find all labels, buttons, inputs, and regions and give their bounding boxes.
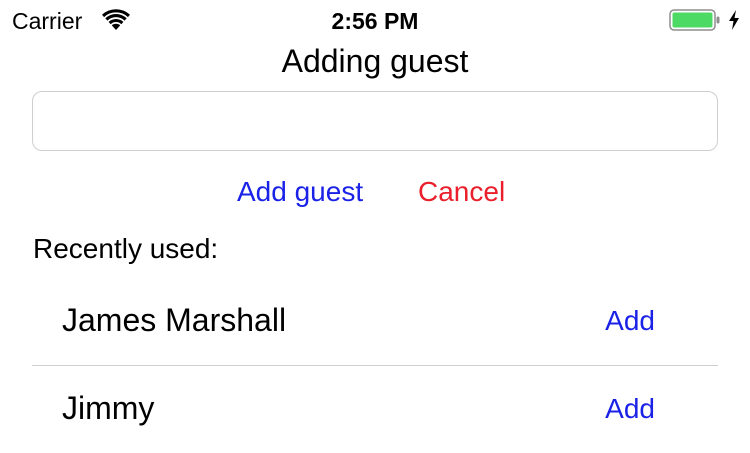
status-bar: Carrier 2:56 PM: [0, 0, 750, 40]
add-guest-button[interactable]: Add guest: [237, 174, 363, 210]
page-title: Adding guest: [281, 43, 469, 79]
add-recent-guest-button[interactable]: Add: [605, 392, 655, 426]
charging-bolt-icon: [727, 9, 741, 31]
list-item: Jimmy Add: [32, 366, 718, 453]
guest-name-input[interactable]: [32, 91, 718, 151]
add-recent-guest-button[interactable]: Add: [605, 304, 655, 338]
list-item: James Marshall Add: [32, 278, 718, 366]
guest-name: Jimmy: [62, 390, 155, 426]
action-buttons: Add guest Cancel: [0, 174, 750, 210]
battery-icon: [669, 9, 721, 31]
clock-time: 2:56 PM: [331, 8, 419, 34]
guest-name: James Marshall: [62, 302, 287, 338]
recently-used-label: Recently used:: [33, 233, 219, 264]
recent-guests-list: James Marshall Add Jimmy Add: [32, 278, 718, 453]
cancel-button[interactable]: Cancel: [418, 174, 505, 210]
